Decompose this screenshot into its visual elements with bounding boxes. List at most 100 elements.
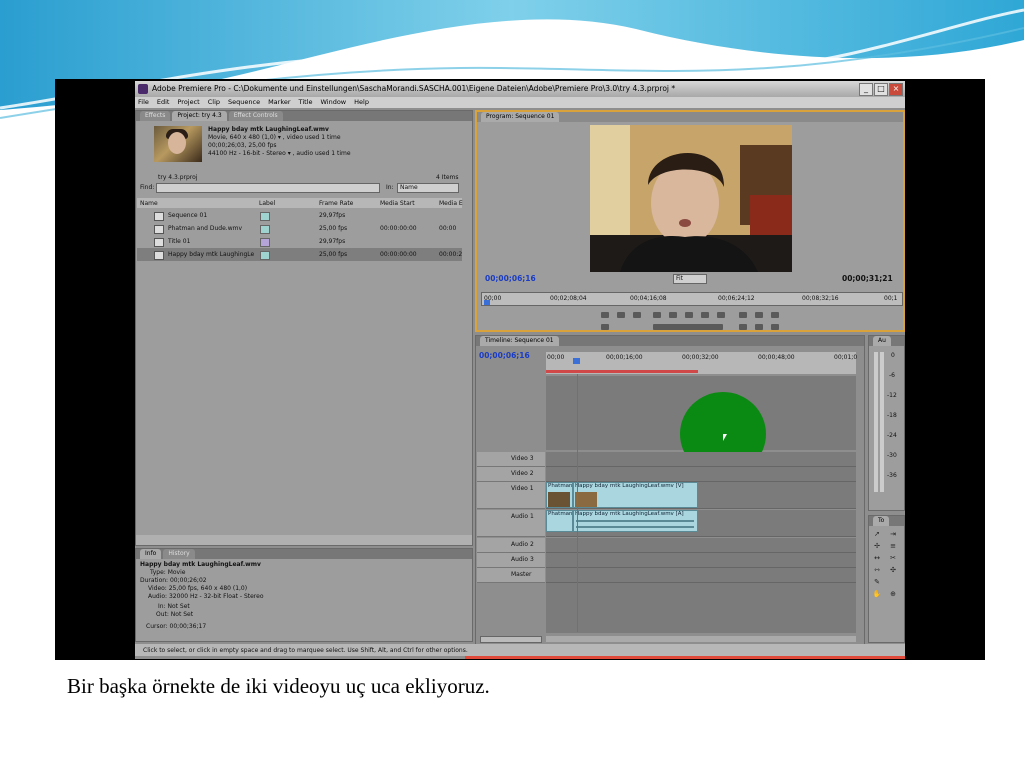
export-frame-button[interactable] xyxy=(771,324,779,330)
monitor-current-time[interactable]: 00;00;06;16 xyxy=(485,274,536,283)
rewind-button[interactable] xyxy=(669,312,677,318)
go-to-in-button[interactable] xyxy=(653,312,661,318)
col-name[interactable]: Name xyxy=(140,200,158,207)
track-header-audio-1[interactable]: Audio 1 xyxy=(477,510,545,537)
menu-window[interactable]: Window xyxy=(320,97,346,108)
col-media-start[interactable]: Media Start xyxy=(380,200,415,207)
close-button[interactable]: × xyxy=(889,83,903,96)
tab-history[interactable]: History xyxy=(163,549,195,559)
minimize-button[interactable]: _ xyxy=(859,83,873,96)
pen-tool-icon[interactable]: ✎ xyxy=(872,578,882,587)
info-line: Type: Movie xyxy=(150,569,186,576)
menu-clip[interactable]: Clip xyxy=(208,97,220,108)
slip-tool-icon[interactable]: ⇿ xyxy=(872,566,882,575)
audio-waveform xyxy=(576,526,694,528)
monitor-duration: 00;00;31;21 xyxy=(842,274,893,283)
sequence-icon xyxy=(154,212,164,221)
clip-name: Happy bday mtk LaughingLeaf.wmv xyxy=(208,126,329,133)
maximize-button[interactable]: □ xyxy=(874,83,888,96)
menu-marker[interactable]: Marker xyxy=(268,97,290,108)
razor-tool-icon[interactable]: ✂ xyxy=(888,554,898,563)
track-video-2[interactable] xyxy=(546,467,856,482)
project-item-row-selected[interactable]: Happy bday mtk LaughingLe 25,00 fps 00:0… xyxy=(137,248,462,261)
slide-tool-icon[interactable]: ✣ xyxy=(888,566,898,575)
work-area-bar[interactable] xyxy=(546,370,698,373)
project-item-row[interactable]: Phatman and Dude.wmv 25,00 fps 00:00:00:… xyxy=(137,222,462,235)
timeline-zoom-slider[interactable] xyxy=(480,636,542,643)
col-label[interactable]: Label xyxy=(259,200,275,207)
zoom-tool-icon[interactable]: ⊕ xyxy=(888,590,898,599)
track-header-master[interactable]: Master xyxy=(477,568,545,583)
item-media-start: 00:00:00:00 xyxy=(380,251,417,258)
menu-sequence[interactable]: Sequence xyxy=(228,97,260,108)
col-media-end[interactable]: Media E xyxy=(439,200,463,207)
tab-timeline[interactable]: Timeline: Sequence 01 xyxy=(480,336,559,346)
track-video-3[interactable] xyxy=(546,452,856,467)
menu-edit[interactable]: Edit xyxy=(157,97,170,108)
track-master[interactable] xyxy=(546,568,856,583)
tab-info[interactable]: Info xyxy=(140,549,162,559)
track-header-audio-2[interactable]: Audio 2 xyxy=(477,538,545,553)
tab-tools[interactable]: To xyxy=(873,516,890,526)
step-back-button[interactable] xyxy=(601,312,609,318)
tab-effect-controls[interactable]: Effect Controls xyxy=(228,111,283,121)
play-button[interactable] xyxy=(685,312,693,318)
extract-button[interactable] xyxy=(755,324,763,330)
track-header-audio-3[interactable]: Audio 3 xyxy=(477,553,545,568)
menu-help[interactable]: Help xyxy=(354,97,369,108)
shuttle-slider[interactable] xyxy=(653,324,723,330)
lift-button[interactable] xyxy=(739,324,747,330)
track-name: Video 2 xyxy=(511,470,534,477)
forward-button[interactable] xyxy=(701,312,709,318)
hand-tool-icon[interactable]: ✋ xyxy=(872,590,882,599)
timeline-ruler[interactable]: 00;00 00;00;16;00 00;00;32;00 00;00;48;0… xyxy=(546,352,857,374)
selection-tool-icon[interactable]: ➚ xyxy=(872,530,882,539)
track-audio-2[interactable] xyxy=(546,538,856,553)
audio-clip-phatman[interactable]: Phatman xyxy=(546,510,573,532)
marker-button[interactable] xyxy=(633,312,641,318)
step-forward-button[interactable] xyxy=(617,312,625,318)
playhead-marker-icon[interactable] xyxy=(484,300,490,305)
track-header-video-3[interactable]: Video 3 xyxy=(477,452,545,467)
tab-effects[interactable]: Effects xyxy=(140,111,171,121)
monitor-time-ruler[interactable]: 00;00 00;02;08;04 00;04;16;08 00;06;24;1… xyxy=(481,292,903,306)
db-tick: -24 xyxy=(887,432,897,439)
rate-stretch-tool-icon[interactable]: ↔ xyxy=(872,554,882,563)
db-tick: -18 xyxy=(887,412,897,419)
rolling-edit-tool-icon[interactable]: ≡ xyxy=(888,542,898,551)
safe-margins-button[interactable] xyxy=(755,312,763,318)
in-select[interactable]: Name xyxy=(397,183,459,193)
playhead-icon[interactable] xyxy=(573,358,580,364)
video-clip-happy-bday[interactable]: Happy bday mtk LaughingLeaf.wmv [V] xyxy=(573,482,698,508)
fit-select[interactable]: Fit xyxy=(673,274,707,284)
menu-file[interactable]: File xyxy=(138,97,149,108)
track-audio-1[interactable]: Phatman Happy bday mtk LaughingLeaf.wmv … xyxy=(546,510,856,537)
col-frame-rate[interactable]: Frame Rate xyxy=(319,200,353,207)
audio-clip-happy-bday[interactable]: Happy bday mtk LaughingLeaf.wmv [A] xyxy=(573,510,698,532)
timeline-empty-bottom[interactable] xyxy=(546,583,856,633)
ripple-edit-tool-icon[interactable]: ✢ xyxy=(872,542,882,551)
status-underline xyxy=(465,656,905,659)
ruler-tick: 00;08;32;16 xyxy=(802,295,839,302)
timeline-current-time[interactable]: 00;00;06;16 xyxy=(479,351,530,360)
tab-audio-meters[interactable]: Au xyxy=(873,336,891,346)
find-input[interactable] xyxy=(156,183,380,193)
project-item-row[interactable]: Sequence 01 29,97fps xyxy=(137,209,462,222)
tab-program-monitor[interactable]: Program: Sequence 01 xyxy=(481,112,560,122)
track-video-1[interactable]: Phatman Happy bday mtk LaughingLeaf.wmv … xyxy=(546,482,856,509)
output-button[interactable] xyxy=(771,312,779,318)
video-clip-phatman[interactable]: Phatman xyxy=(546,482,573,508)
timeline-horizontal-scrollbar[interactable] xyxy=(546,636,856,642)
track-header-video-2[interactable]: Video 2 xyxy=(477,467,545,482)
go-to-out-button[interactable] xyxy=(717,312,725,318)
track-header-video-1[interactable]: Video 1 xyxy=(477,482,545,509)
loop-button[interactable] xyxy=(739,312,747,318)
menu-project[interactable]: Project xyxy=(177,97,199,108)
tab-project[interactable]: Project: try 4.3 xyxy=(172,111,227,121)
trim-button[interactable] xyxy=(601,324,609,330)
ruler-tick: 00;02;08;04 xyxy=(550,295,587,302)
project-item-row[interactable]: Title 01 29,97fps xyxy=(137,235,462,248)
track-select-tool-icon[interactable]: ⇥ xyxy=(888,530,898,539)
track-audio-3[interactable] xyxy=(546,553,856,568)
menu-title[interactable]: Title xyxy=(299,97,313,108)
